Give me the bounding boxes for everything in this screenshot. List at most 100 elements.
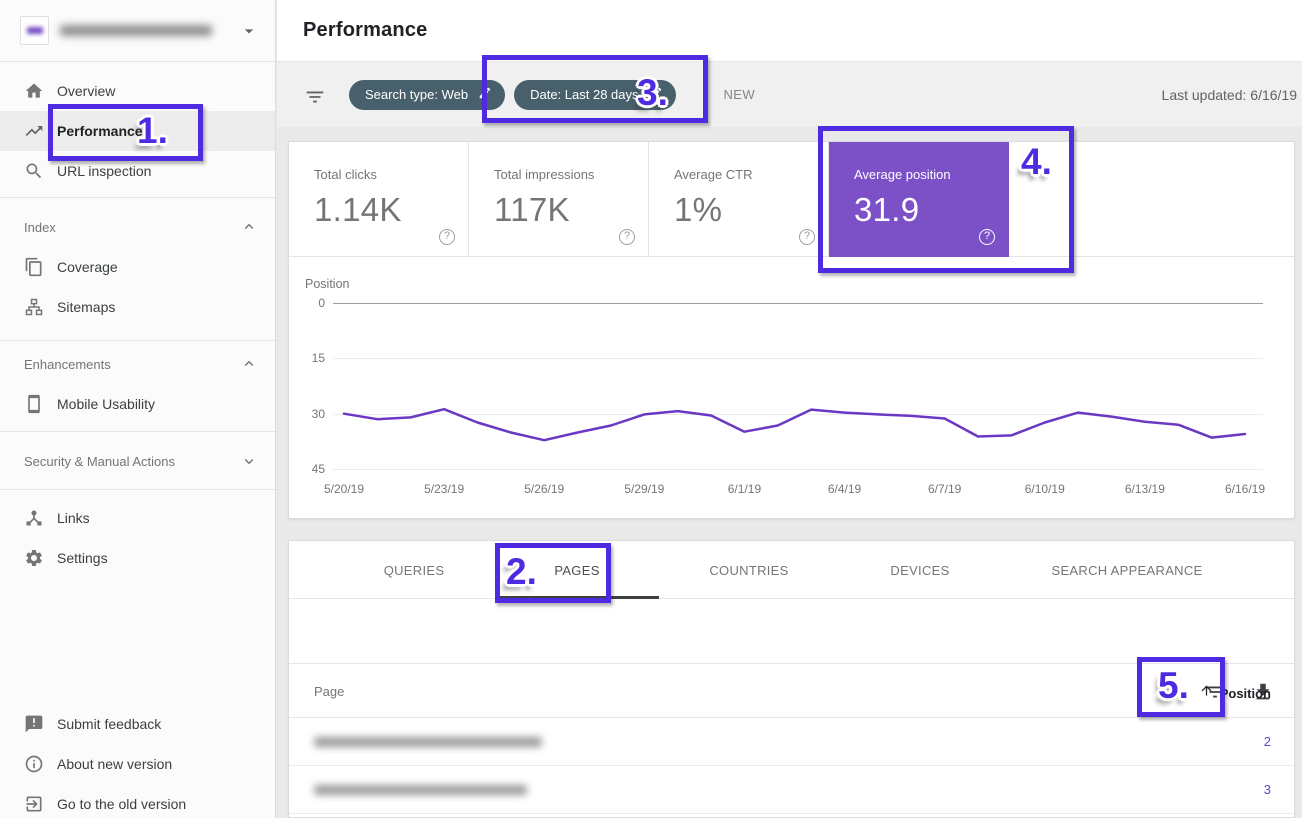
divider: [0, 197, 275, 198]
site-name-redacted: [60, 25, 212, 36]
section-header-security-manual-actions[interactable]: Security & Manual Actions: [0, 441, 275, 481]
sidebar-item-label: Coverage: [57, 259, 118, 275]
column-header-position: Position: [1220, 686, 1271, 701]
x-axis-tick-label: 5/23/19: [424, 482, 464, 496]
sidebar-item-label: About new version: [57, 756, 172, 772]
divider: [0, 431, 275, 432]
help-icon[interactable]: ?: [619, 229, 635, 245]
secondary-nav: Links Settings: [0, 490, 275, 578]
sidebar-item-sitemaps[interactable]: Sitemaps: [0, 287, 275, 327]
performance-chart-card: Total clicks 1.14K ? Total impressions 1…: [288, 141, 1295, 519]
x-axis-tick-label: 6/13/19: [1125, 482, 1165, 496]
chevron-up-icon: [239, 217, 259, 237]
help-icon[interactable]: ?: [979, 229, 995, 245]
trending-up-icon: [24, 121, 44, 141]
pencil-icon: [649, 86, 663, 103]
sidebar-item-go-to-old-version[interactable]: Go to the old version: [0, 784, 275, 818]
y-axis-tick-label: 0: [289, 296, 325, 310]
y-axis-tick-label: 30: [289, 407, 325, 421]
new-badge: NEW: [724, 87, 756, 102]
y-axis-tick-label: 15: [289, 351, 325, 365]
sidebar-item-url-inspection[interactable]: URL inspection: [0, 151, 275, 191]
sidebar-item-label: Go to the old version: [57, 796, 186, 812]
sidebar-item-settings[interactable]: Settings: [0, 538, 275, 578]
sidebar-item-label: Settings: [57, 550, 108, 566]
tab-search-appearance[interactable]: SEARCH APPEARANCE: [1051, 541, 1202, 599]
mobile-icon: [24, 394, 44, 414]
tab-queries[interactable]: QUERIES: [384, 541, 445, 599]
exit-icon: [24, 794, 44, 814]
sidebar-item-submit-feedback[interactable]: Submit feedback: [0, 704, 275, 744]
sidebar-item-label: Sitemaps: [57, 299, 115, 315]
help-icon[interactable]: ?: [439, 229, 455, 245]
sidebar-item-label: Mobile Usability: [57, 396, 155, 412]
site-selector[interactable]: [0, 0, 275, 62]
search-console-app: Overview Performance URL inspection Inde…: [0, 0, 1302, 818]
search-type-filter-chip[interactable]: Search type: Web: [349, 80, 505, 110]
filter-bar: Search type: Web Date: Last 28 days NEW …: [277, 62, 1302, 127]
sidebar-item-links[interactable]: Links: [0, 498, 275, 538]
average-position-card[interactable]: Average position 31.9 ?: [829, 142, 1009, 257]
feedback-icon: [24, 714, 44, 734]
y-axis-title: Position: [305, 277, 349, 291]
page-header: Performance: [277, 0, 1302, 62]
section-header-enhancements[interactable]: Enhancements: [0, 344, 275, 384]
total-impressions-card[interactable]: Total impressions 117K ?: [469, 142, 649, 257]
tab-pages[interactable]: PAGES: [554, 541, 599, 599]
site-logo: [20, 16, 49, 45]
coverage-icon: [24, 257, 44, 277]
gear-icon: [24, 548, 44, 568]
y-axis-tick-label: 45: [289, 462, 325, 476]
total-clicks-card[interactable]: Total clicks 1.14K ?: [289, 142, 469, 257]
caret-down-icon[interactable]: [239, 21, 259, 41]
arrow-upward-icon: [1199, 683, 1214, 703]
divider: [0, 340, 275, 341]
primary-nav: Overview Performance URL inspection: [0, 62, 275, 191]
position-line-chart: [333, 303, 1263, 469]
x-axis-tick-label: 5/29/19: [624, 482, 664, 496]
chevron-down-icon: [239, 451, 259, 471]
x-axis-tick-label: 6/7/19: [928, 482, 961, 496]
sidebar-item-label: Overview: [57, 83, 115, 99]
tab-devices[interactable]: DEVICES: [890, 541, 949, 599]
home-icon: [24, 81, 44, 101]
pencil-icon: [478, 86, 492, 103]
position-value: 3: [1264, 782, 1271, 797]
last-updated-text: Last updated: 6/16/19: [1162, 87, 1297, 103]
sidebar: Overview Performance URL inspection Inde…: [0, 0, 276, 818]
date-filter-chip[interactable]: Date: Last 28 days: [514, 80, 675, 110]
chevron-up-icon: [239, 354, 259, 374]
help-icon[interactable]: ?: [799, 229, 815, 245]
page-url-redacted: [314, 785, 527, 795]
dimensions-table-card: QUERIES PAGES COUNTRIES DEVICES SEARCH A…: [288, 540, 1295, 818]
x-axis-tick-label: 6/10/19: [1025, 482, 1065, 496]
tab-countries[interactable]: COUNTRIES: [709, 541, 788, 599]
x-axis-tick-label: 6/4/19: [828, 482, 861, 496]
table-toolbar: [289, 599, 1294, 664]
column-header-page: Page: [314, 684, 344, 699]
links-icon: [24, 508, 44, 528]
sidebar-item-label: Submit feedback: [57, 716, 161, 732]
search-icon: [24, 161, 44, 181]
x-axis-tick-label: 5/26/19: [524, 482, 564, 496]
sidebar-item-label: Performance: [57, 123, 143, 139]
sidebar-item-performance[interactable]: Performance: [0, 111, 275, 151]
average-ctr-card[interactable]: Average CTR 1% ?: [649, 142, 829, 257]
footer-nav: Submit feedback About new version Go to …: [0, 704, 275, 818]
position-sort-control[interactable]: Position: [1199, 683, 1271, 703]
filter-icon[interactable]: [304, 86, 326, 104]
table-row[interactable]: 2: [289, 718, 1294, 766]
sidebar-item-about-new-version[interactable]: About new version: [0, 744, 275, 784]
sidebar-item-overview[interactable]: Overview: [0, 71, 275, 111]
table-header-row: Page Position: [289, 664, 1294, 718]
dimension-tabs: QUERIES PAGES COUNTRIES DEVICES SEARCH A…: [289, 541, 1294, 599]
table-row[interactable]: 3: [289, 766, 1294, 814]
x-axis-tick-label: 6/16/19: [1225, 482, 1265, 496]
sidebar-item-label: URL inspection: [57, 163, 151, 179]
page-title: Performance: [303, 19, 427, 42]
sidebar-item-mobile-usability[interactable]: Mobile Usability: [0, 384, 275, 424]
sitemaps-icon: [24, 297, 44, 317]
sidebar-item-coverage[interactable]: Coverage: [0, 247, 275, 287]
section-header-index[interactable]: Index: [0, 207, 275, 247]
metric-tiles: Total clicks 1.14K ? Total impressions 1…: [289, 142, 1294, 257]
